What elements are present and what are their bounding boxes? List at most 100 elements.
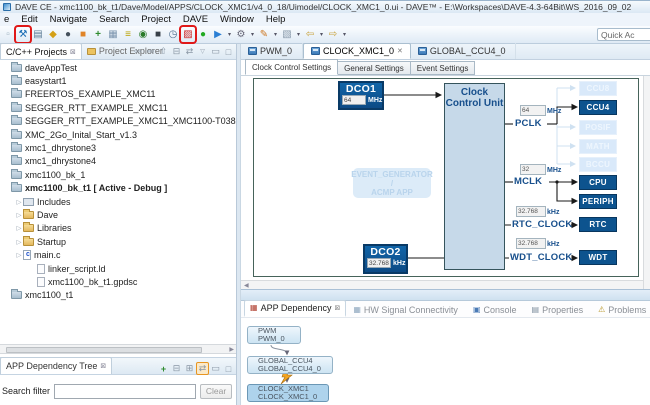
dco1-frequency-input[interactable] bbox=[342, 95, 366, 105]
back-icon[interactable]: ⇦ bbox=[303, 27, 317, 42]
tree-item[interactable]: SEGGER_RTT_EXAMPLE_XMC11 bbox=[0, 101, 236, 114]
canvas-horizontal-scrollbar[interactable]: ◀ bbox=[241, 280, 643, 289]
quick-access-box[interactable]: Quick Ac bbox=[597, 28, 650, 41]
node-global-ccu4[interactable]: GLOBAL_CCU4 GLOBAL_CCU4_0 bbox=[247, 356, 333, 374]
scrollbar-thumb[interactable] bbox=[6, 347, 202, 353]
scrollbar-right-arrow-icon[interactable]: ▶ bbox=[229, 346, 234, 353]
up-icon[interactable]: ⇧ bbox=[158, 46, 169, 57]
tree-item[interactable]: xmc1100_bk_t1 [ Active - Debug ] bbox=[0, 182, 236, 195]
tree-item[interactable]: ▷ Libraries bbox=[0, 222, 236, 235]
dropdown-caret-icon[interactable]: ▾ bbox=[272, 27, 279, 42]
dco2-frequency-input[interactable] bbox=[367, 258, 391, 268]
forward-icon[interactable]: ⇨ bbox=[145, 46, 156, 57]
forward-icon[interactable]: ⇨ bbox=[326, 27, 340, 42]
tab-close-icon[interactable]: ⊠ bbox=[100, 362, 106, 370]
dropdown-caret-icon[interactable]: ▾ bbox=[318, 27, 325, 42]
tab-problems[interactable]: ⚠ Problems bbox=[593, 303, 650, 317]
collapse-all-icon[interactable]: ⊟ bbox=[171, 363, 182, 374]
tab-general-settings[interactable]: General Settings bbox=[338, 61, 411, 75]
tab-event-settings[interactable]: Event Settings bbox=[411, 61, 476, 75]
tab-close-icon[interactable]: ⊠ bbox=[334, 304, 340, 312]
import-icon[interactable]: ■ bbox=[76, 27, 90, 42]
menu-item[interactable]: Help bbox=[266, 14, 286, 25]
tab-clock-xmc1-0[interactable]: CLOCK_XMC1_0 ✕ bbox=[303, 43, 411, 59]
menu-item[interactable]: Navigate bbox=[50, 14, 88, 25]
tree-item[interactable]: daveAppTest bbox=[0, 61, 236, 74]
tree-item[interactable]: xmc1_dhrystone4 bbox=[0, 155, 236, 168]
expand-arrow-icon[interactable]: ▷ bbox=[15, 251, 23, 259]
tree-item[interactable]: xmc1100_bk_1 bbox=[0, 168, 236, 181]
tree-item[interactable]: FREERTOS_EXAMPLE_XMC11 bbox=[0, 88, 236, 101]
tab-global-ccu4-0[interactable]: GLOBAL_CCU4_0 bbox=[411, 43, 517, 59]
expand-arrow-icon[interactable]: ▷ bbox=[15, 224, 23, 232]
link-editor-icon[interactable]: ⇄ bbox=[184, 46, 195, 57]
expand-arrow-icon[interactable]: ▷ bbox=[15, 238, 23, 246]
tab-app-dependency-tree[interactable]: APP Dependency Tree ⊠ bbox=[0, 357, 112, 374]
menu-item[interactable]: DAVE bbox=[183, 14, 208, 25]
menu-item[interactable]: Search bbox=[99, 14, 129, 25]
sidebar-horizontal-scrollbar[interactable]: ▶ bbox=[0, 344, 236, 354]
tree-item[interactable]: XMC_2Go_Inital_Start_v1.3 bbox=[0, 128, 236, 141]
scrollbar-left-arrow-icon[interactable]: ◀ bbox=[244, 282, 249, 289]
tab-app-dependency[interactable]: ▦ APP Dependency ⊠ bbox=[244, 300, 346, 317]
rtc-clock-frequency-input[interactable] bbox=[516, 206, 546, 217]
tree-item[interactable]: xmc1100_bk_t1.gpdsc bbox=[0, 275, 236, 288]
tab-clock-control-settings[interactable]: Clock Control Settings bbox=[245, 59, 338, 75]
partial-icon[interactable]: ▫ bbox=[1, 27, 15, 42]
tab-console[interactable]: ▣ Console bbox=[468, 303, 525, 317]
maximize-icon[interactable]: □ bbox=[223, 47, 234, 57]
tree-item[interactable]: ▷ Dave bbox=[0, 208, 236, 221]
pclk-frequency-input[interactable] bbox=[520, 105, 546, 116]
menu-item[interactable]: Project bbox=[141, 14, 171, 25]
link-editor-icon[interactable]: ⇄ bbox=[197, 363, 208, 374]
device-icon[interactable]: ■ bbox=[151, 27, 165, 42]
back-icon[interactable]: ⇦ bbox=[132, 46, 143, 57]
wdt-clock-frequency-input[interactable] bbox=[516, 238, 546, 249]
tab-close-icon[interactable]: ✕ bbox=[397, 47, 403, 55]
tree-item[interactable]: ▷ Startup bbox=[0, 235, 236, 248]
minimize-icon[interactable]: ▭ bbox=[210, 363, 221, 374]
coverage-icon[interactable]: ▧ bbox=[280, 27, 294, 42]
collapse-all-icon[interactable]: ⊟ bbox=[171, 46, 182, 57]
canvas-vertical-scrollbar[interactable] bbox=[643, 76, 650, 289]
generate-code-icon[interactable]: ▨ bbox=[181, 27, 195, 42]
menu-item[interactable]: Window bbox=[220, 14, 254, 25]
tree-item[interactable]: xmc1_dhrystone3 bbox=[0, 141, 236, 154]
mclk-frequency-input[interactable] bbox=[520, 164, 546, 175]
tab-cpp-projects[interactable]: C/C++ Projects ⊠ bbox=[0, 43, 82, 59]
view-menu-icon[interactable]: ▽ bbox=[197, 48, 208, 55]
dropdown-caret-icon[interactable]: ▾ bbox=[249, 27, 256, 42]
add-icon[interactable]: + bbox=[158, 364, 169, 374]
tab-close-icon[interactable]: ⊠ bbox=[70, 48, 76, 56]
tree-item[interactable]: linker_script.ld bbox=[0, 262, 236, 275]
clock-icon[interactable]: ◷ bbox=[166, 27, 180, 42]
new-icon[interactable]: + bbox=[91, 27, 105, 42]
tab-pwm-0[interactable]: PWM_0 bbox=[241, 43, 303, 59]
record-icon[interactable]: ● bbox=[61, 27, 75, 42]
node-clock-xmc1[interactable]: CLOCK_XMC1 CLOCK_XMC1_0 bbox=[247, 384, 329, 402]
expand-arrow-icon[interactable]: ▷ bbox=[15, 211, 23, 219]
expand-arrow-icon[interactable]: ▷ bbox=[15, 198, 23, 206]
tree-item[interactable]: ▷ main.c bbox=[0, 248, 236, 261]
annotate-icon[interactable]: ✎ bbox=[257, 27, 271, 42]
node-pwm[interactable]: PWM PWM_0 bbox=[247, 326, 301, 344]
memory-icon[interactable]: ≡ bbox=[121, 27, 135, 42]
search-filter-input[interactable] bbox=[54, 384, 196, 399]
tree-item[interactable]: xmc1100_t1 bbox=[0, 289, 236, 302]
tab-properties[interactable]: ▤ Properties bbox=[527, 303, 592, 317]
save-all-icon[interactable]: ▤ bbox=[31, 27, 45, 42]
maximize-icon[interactable]: □ bbox=[223, 364, 234, 374]
dropdown-caret-icon[interactable]: ▾ bbox=[295, 27, 302, 42]
tree-item[interactable]: ▷ Includes bbox=[0, 195, 236, 208]
tree-item[interactable]: easystart1 bbox=[0, 74, 236, 87]
run-config-icon[interactable]: ⚙ bbox=[234, 27, 248, 42]
key-icon[interactable]: ◆ bbox=[46, 27, 60, 42]
menu-item[interactable]: e bbox=[4, 14, 9, 25]
tab-hw-signal-connectivity[interactable]: ▦ HW Signal Connectivity bbox=[348, 303, 466, 317]
add-new-app-icon[interactable]: ⚒ bbox=[16, 27, 30, 42]
menu-item[interactable]: Edit bbox=[21, 14, 37, 25]
minimize-icon[interactable]: ▭ bbox=[210, 46, 221, 57]
open-perspective-icon[interactable]: ▦ bbox=[106, 27, 120, 42]
dropdown-caret-icon[interactable]: ▾ bbox=[226, 27, 233, 42]
clear-button[interactable]: Clear bbox=[200, 384, 232, 399]
